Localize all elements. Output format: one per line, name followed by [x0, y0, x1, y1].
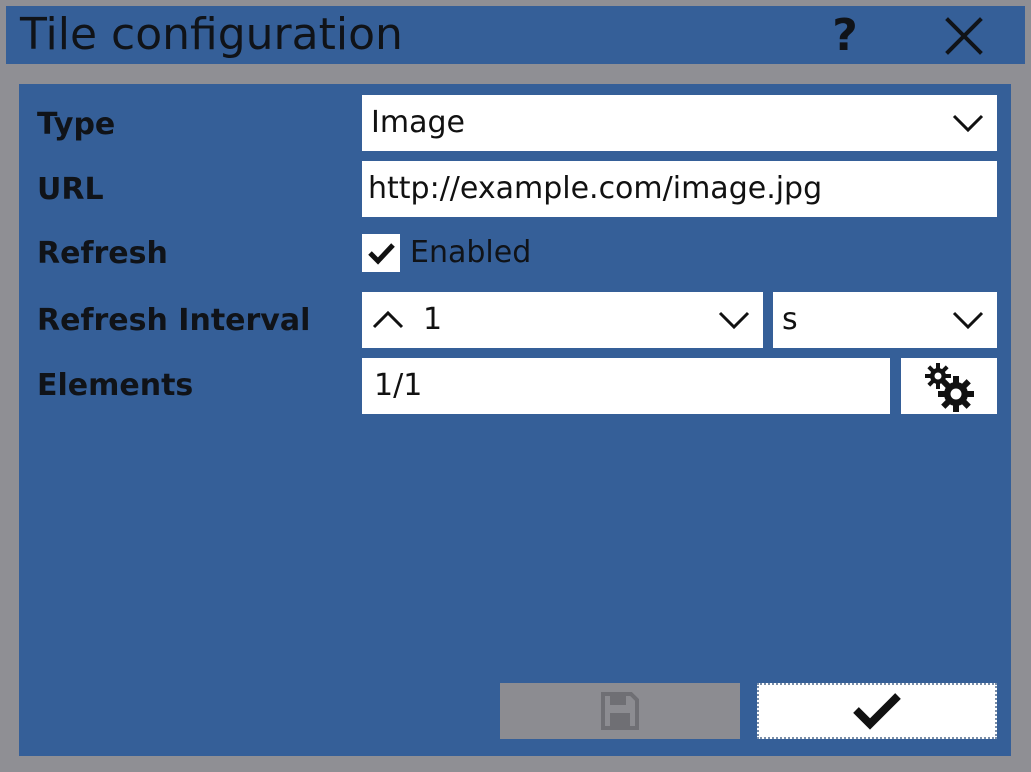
url-input[interactable]: http://example.com/image.jpg	[362, 161, 997, 217]
url-input-value: http://example.com/image.jpg	[368, 171, 823, 206]
chevron-down-icon[interactable]	[717, 307, 751, 333]
dialog-titlebar: Tile configuration ?	[6, 6, 1025, 64]
question-mark-icon: ?	[832, 10, 858, 61]
tile-configuration-dialog: Tile configuration ? Type Image URL http…	[0, 0, 1031, 772]
elements-settings-button[interactable]	[901, 358, 997, 414]
dialog-body: Type Image URL http://example.com/image.…	[19, 84, 1011, 756]
help-button[interactable]: ?	[820, 11, 870, 61]
ok-button[interactable]	[757, 683, 997, 739]
refresh-interval-label: Refresh Interval	[37, 303, 311, 338]
save-button[interactable]	[500, 683, 740, 739]
gears-icon	[925, 363, 974, 412]
chevron-down-icon	[952, 114, 984, 133]
refresh-checkbox[interactable]: Enabled	[362, 233, 531, 273]
floppy-disk-icon	[601, 692, 639, 730]
elements-field[interactable]: 1/1	[362, 358, 890, 414]
refresh-unit-select[interactable]: s	[773, 292, 997, 348]
checkbox-box	[362, 234, 400, 272]
refresh-unit-value: s	[782, 302, 798, 337]
dialog-title: Tile configuration	[20, 9, 403, 60]
type-select-value: Image	[371, 105, 465, 140]
refresh-interval-value: 1	[423, 302, 443, 337]
refresh-label: Refresh	[37, 236, 168, 271]
url-label: URL	[37, 172, 104, 207]
chevron-down-icon	[952, 311, 984, 330]
type-label: Type	[37, 107, 116, 142]
chevron-up-icon[interactable]	[371, 307, 405, 333]
close-button[interactable]	[939, 11, 989, 61]
refresh-enabled-label: Enabled	[410, 235, 532, 270]
refresh-interval-stepper[interactable]: 1	[362, 292, 763, 348]
elements-value: 1/1	[374, 368, 423, 403]
checkmark-icon	[368, 243, 395, 265]
elements-label: Elements	[37, 368, 194, 403]
type-select[interactable]: Image	[362, 95, 997, 151]
close-icon	[945, 17, 983, 55]
checkmark-icon	[853, 693, 901, 730]
